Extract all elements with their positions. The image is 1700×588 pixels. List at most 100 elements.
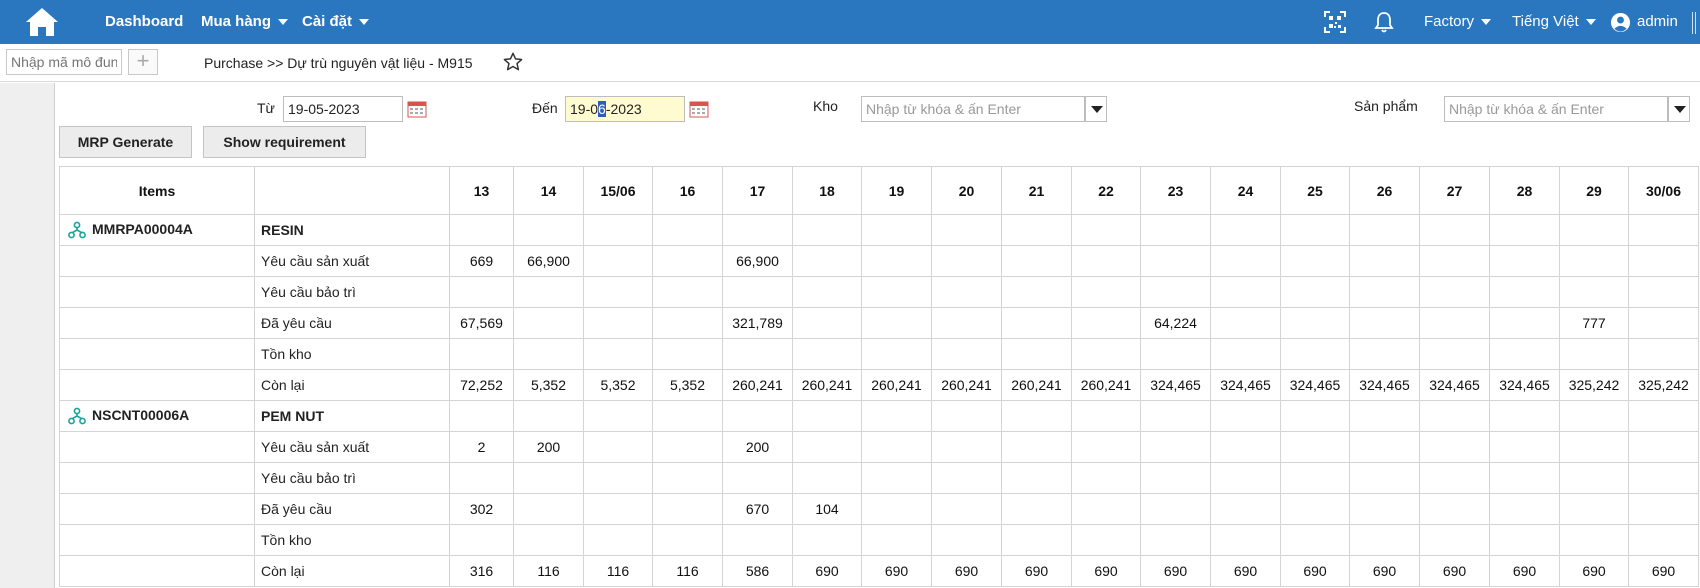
value-cell: 64,224 (1140, 307, 1211, 339)
metric-row: Tồn kho (59, 524, 1699, 556)
home-icon[interactable] (24, 6, 60, 38)
value-cell: 586 (722, 555, 793, 587)
value-cell: 260,241 (1001, 369, 1072, 401)
module-code-input[interactable] (6, 49, 122, 75)
value-cell: 324,465 (1280, 369, 1350, 401)
nav-settings-menu[interactable]: Cài đặt (302, 0, 370, 44)
value-cell (1419, 524, 1490, 556)
value-cell (1628, 493, 1699, 525)
value-cell (792, 276, 862, 308)
value-cell (1210, 307, 1281, 339)
factory-menu[interactable]: Factory (1424, 0, 1492, 44)
value-cell (1280, 462, 1350, 494)
favorite-star-icon[interactable] (502, 51, 524, 73)
item-group-row[interactable]: NSCNT00006A PEM NUT (59, 400, 1699, 432)
value-cell (1210, 431, 1281, 463)
value-cell (1140, 524, 1211, 556)
show-requirement-button[interactable]: Show requirement (203, 126, 366, 158)
grid-cell (1140, 400, 1211, 432)
value-cell (1071, 493, 1141, 525)
language-menu[interactable]: Tiếng Việt (1512, 0, 1596, 44)
value-cell: 104 (792, 493, 862, 525)
value-cell (1559, 276, 1629, 308)
value-cell (1210, 276, 1281, 308)
day-column-header: 23 (1140, 166, 1211, 215)
resize-handle[interactable] (1692, 12, 1696, 34)
value-cell (513, 276, 584, 308)
warehouse-input[interactable]: Nhập từ khóa & ấn Enter (861, 96, 1085, 122)
grid-cell (1349, 214, 1420, 246)
value-cell: 66,900 (722, 245, 793, 277)
value-cell: 324,465 (1489, 369, 1560, 401)
metric-row: Còn lại 316 116 116 116 586 690 690 690 690 690 690… (59, 555, 1699, 587)
day-column-header: 30/06 (1628, 166, 1699, 215)
value-cell (792, 462, 862, 494)
left-sidebar-strip (0, 83, 55, 588)
value-cell (792, 307, 862, 339)
metric-row: Tồn kho (59, 338, 1699, 370)
item-code-cell[interactable]: MMRPA00004A (59, 214, 255, 246)
grid-cell (1280, 214, 1350, 246)
value-cell: 321,789 (722, 307, 793, 339)
grid-cell (1001, 400, 1072, 432)
value-cell (652, 524, 723, 556)
mrp-generate-button[interactable]: MRP Generate (59, 126, 192, 158)
qr-scan-icon[interactable] (1323, 10, 1347, 34)
nav-dashboard[interactable]: Dashboard (105, 0, 183, 44)
product-dropdown-button[interactable] (1668, 96, 1690, 122)
value-cell (1210, 493, 1281, 525)
grid-cell (59, 462, 255, 494)
value-cell: 260,241 (792, 369, 862, 401)
value-cell (1419, 245, 1490, 277)
value-cell: 324,465 (1419, 369, 1490, 401)
breadcrumb: Purchase >> Dự trù nguyên vật liệu - M91… (204, 55, 473, 71)
value-cell (449, 276, 514, 308)
value-cell (1071, 462, 1141, 494)
value-cell (931, 431, 1002, 463)
value-cell (652, 462, 723, 494)
chevron-down-icon (1585, 19, 1596, 26)
value-cell (1001, 431, 1072, 463)
value-cell: 324,465 (1140, 369, 1211, 401)
metric-row: Đã yêu cầu 67,569 321,789 64,224 777 (59, 307, 1699, 339)
item-code-cell[interactable]: NSCNT00006A (59, 400, 255, 432)
grid-cell (1280, 400, 1350, 432)
value-cell: 690 (931, 555, 1002, 587)
bom-tree-icon[interactable] (68, 407, 86, 425)
value-cell (1001, 338, 1072, 370)
item-code: NSCNT00006A (92, 406, 190, 423)
calendar-icon[interactable] (407, 99, 427, 119)
to-date-input[interactable]: 19-06-2023 (565, 96, 685, 122)
day-column-header: 25 (1280, 166, 1350, 215)
from-date-input[interactable]: 19-05-2023 (283, 96, 403, 122)
product-input[interactable]: Nhập từ khóa & ấn Enter (1444, 96, 1668, 122)
value-cell: 116 (652, 555, 723, 587)
description-column-header (254, 166, 450, 215)
value-cell (722, 524, 793, 556)
value-cell (1349, 493, 1420, 525)
value-cell (1419, 338, 1490, 370)
value-cell (513, 462, 584, 494)
bell-icon[interactable] (1372, 10, 1396, 34)
value-cell (1071, 307, 1141, 339)
value-cell (1280, 431, 1350, 463)
user-avatar-icon[interactable] (1610, 12, 1631, 33)
value-cell (1280, 524, 1350, 556)
warehouse-dropdown-button[interactable] (1085, 96, 1107, 122)
metric-label: Đã yêu cầu (254, 493, 450, 525)
nav-purchase-menu[interactable]: Mua hàng (201, 0, 288, 44)
value-cell (861, 524, 932, 556)
value-cell (1001, 276, 1072, 308)
add-module-button[interactable]: + (128, 49, 158, 75)
item-group-row[interactable]: MMRPA00004A RESIN (59, 214, 1699, 246)
bom-tree-icon[interactable] (68, 221, 86, 239)
calendar-icon[interactable] (689, 99, 709, 119)
grid-cell (861, 214, 932, 246)
value-cell (1489, 524, 1560, 556)
plus-icon: + (136, 48, 150, 73)
user-menu[interactable]: admin (1637, 0, 1678, 44)
grid-cell (722, 400, 793, 432)
day-column-header: 17 (722, 166, 793, 215)
value-cell (513, 307, 584, 339)
day-column-header: 13 (449, 166, 514, 215)
